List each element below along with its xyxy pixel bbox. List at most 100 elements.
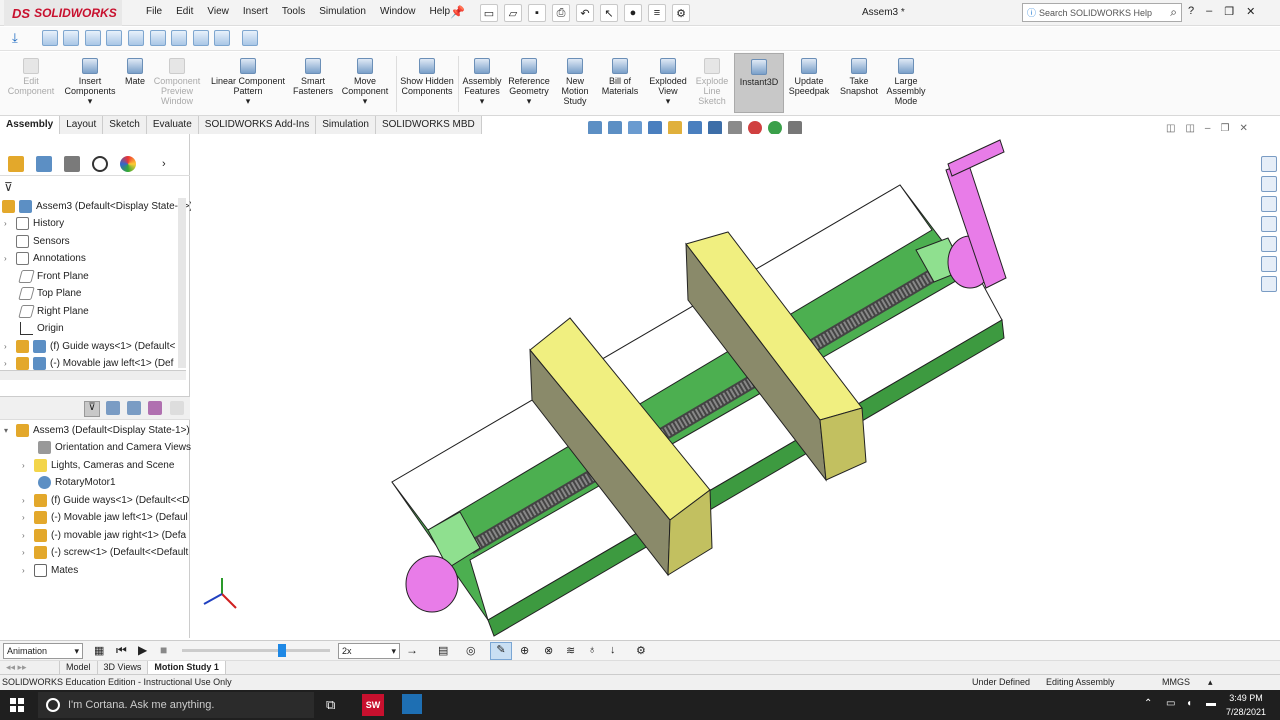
view-settings-icon[interactable] [788, 121, 802, 135]
viewport-back-icon[interactable]: ◫ [1166, 123, 1175, 134]
filter-selected-icon[interactable] [148, 401, 162, 415]
app-taskbar-icon[interactable] [402, 694, 422, 714]
save-animation-icon[interactable]: ▤ [438, 644, 448, 657]
feature-manager-tab-icon[interactable] [8, 155, 24, 172]
tree-item-top-plane[interactable]: Top Plane [18, 285, 81, 302]
print-icon[interactable]: ⎙ [552, 4, 570, 22]
dimxpert-tab-icon[interactable] [92, 155, 108, 172]
previous-view-icon[interactable] [628, 121, 642, 135]
view-bottom-icon[interactable] [150, 30, 166, 46]
viewport-forward-icon[interactable]: ◫ [1185, 123, 1194, 134]
large-assembly-button[interactable]: Large Assembly Mode [884, 58, 928, 106]
tree-item-sensors[interactable]: Sensors [16, 233, 70, 250]
instant3d-button[interactable]: Instant3D [734, 53, 784, 113]
help-icon[interactable]: ? [1188, 5, 1194, 18]
notification-icon[interactable]: ▬ [1206, 698, 1216, 709]
view-left-icon[interactable] [85, 30, 101, 46]
vise-model[interactable] [191, 134, 1256, 638]
viewport-close-icon[interactable]: ✕ [1239, 123, 1247, 134]
zoom-area-icon[interactable] [608, 121, 622, 135]
motion-item-movable-jaw-right[interactable]: › (-) movable jaw right<1> (Defa [22, 527, 186, 544]
solidworks-logo[interactable]: DS SOLIDWORKS [4, 0, 122, 26]
motion-item-orientation[interactable]: Orientation and Camera Views [38, 439, 191, 456]
filter-animated-icon[interactable] [106, 401, 120, 415]
save-icon[interactable]: ▪ [528, 4, 546, 22]
open-icon[interactable]: ▱ [504, 4, 522, 22]
task-view-icon[interactable]: ⧉ [326, 697, 335, 713]
zoom-fit-icon[interactable] [588, 121, 602, 135]
expand-icon[interactable]: › [22, 513, 30, 522]
spring-icon[interactable]: ≋ [566, 644, 575, 657]
view-dimetric-icon[interactable] [214, 30, 230, 46]
menu-simulation[interactable]: Simulation [319, 6, 366, 17]
update-speedpak-button[interactable]: Update Speedpak [786, 58, 832, 96]
menu-window[interactable]: Window [380, 6, 416, 17]
explode-line-sketch-button[interactable]: Explode Line Sketch [692, 58, 732, 106]
stop-icon[interactable]: ■ [160, 643, 167, 657]
menu-tools[interactable]: Tools [282, 6, 305, 17]
clock[interactable]: 3:49 PM 7/28/2021 [1226, 691, 1266, 719]
appearance-icon[interactable] [748, 121, 762, 135]
windows-start-icon[interactable] [10, 698, 24, 712]
exploded-view-button[interactable]: Exploded View ▾ [646, 58, 690, 106]
view-orientation-icon[interactable] [688, 121, 702, 135]
tree-item-origin[interactable]: Origin [20, 320, 64, 337]
scene-icon[interactable] [768, 121, 782, 135]
play-from-start-icon[interactable]: ⏮ [116, 643, 127, 658]
close-icon[interactable]: ✕ [1246, 5, 1255, 18]
collapse-icon[interactable]: ▾ [4, 426, 12, 435]
playback-slider[interactable] [182, 644, 330, 657]
forum-icon[interactable] [1261, 276, 1277, 292]
damper-icon[interactable]: ♁ [588, 644, 596, 656]
tab-3d-views[interactable]: 3D Views [98, 661, 149, 674]
view-top-icon[interactable] [128, 30, 144, 46]
assembly-icon[interactable]: ⤓ [12, 30, 18, 46]
tree-item-right-plane[interactable]: Right Plane [18, 303, 89, 320]
pin-icon[interactable]: 📌 [450, 5, 465, 19]
component-preview-button[interactable]: Component Preview Window [150, 58, 204, 106]
configuration-manager-tab-icon[interactable] [64, 155, 80, 172]
expand-icon[interactable]: › [4, 359, 12, 368]
play-icon[interactable]: ▶ [138, 643, 147, 657]
bill-of-materials-button[interactable]: Bill of Materials [598, 58, 642, 96]
tab-model[interactable]: Model [60, 661, 98, 674]
tab-scroll-arrows[interactable]: ◂◂ ▸▸ [0, 661, 60, 674]
tray-people-icon[interactable]: ⌃ [1144, 698, 1152, 709]
help-search-input[interactable]: ⓘ Search SOLIDWORKS Help ⌕ [1022, 3, 1182, 22]
linear-pattern-button[interactable]: Linear Component Pattern ▾ [206, 58, 290, 106]
viewport-restore-icon[interactable]: ❐ [1220, 123, 1229, 134]
filter-driving-icon[interactable] [127, 401, 141, 415]
solidworks-taskbar-icon[interactable]: SW [362, 694, 384, 716]
graphics-viewport[interactable] [191, 134, 1256, 638]
view-trimetric-icon[interactable] [193, 30, 209, 46]
menu-help[interactable]: Help [430, 6, 451, 17]
assembly-features-button[interactable]: Assembly Features ▾ [460, 58, 504, 106]
tab-sketch[interactable]: Sketch [103, 116, 147, 134]
select-icon[interactable]: ↖ [600, 4, 618, 22]
cortana-search-box[interactable]: I'm Cortana. Ask me anything. [38, 692, 314, 718]
tree-item-annotations[interactable]: › Annotations [4, 250, 86, 267]
expand-icon[interactable]: › [22, 496, 30, 505]
tab-simulation[interactable]: Simulation [316, 116, 376, 134]
smart-fasteners-button[interactable]: Smart Fasteners [291, 58, 335, 96]
expand-icon[interactable]: › [22, 548, 30, 557]
expand-icon[interactable]: › [22, 531, 30, 540]
file-properties-icon[interactable]: ≡ [648, 4, 666, 22]
tab-layout[interactable]: Layout [60, 116, 104, 134]
view-right-icon[interactable] [106, 30, 122, 46]
study-type-select[interactable]: Animation ▾ [3, 643, 83, 659]
restore-icon[interactable]: ❐ [1224, 5, 1234, 18]
design-library-icon[interactable] [1261, 176, 1277, 192]
tab-mbd[interactable]: SOLIDWORKS MBD [375, 116, 482, 134]
tree-item-front-plane[interactable]: Front Plane [18, 268, 89, 285]
slider-thumb[interactable] [278, 644, 286, 657]
add-key-icon[interactable]: ⊕ [520, 644, 529, 657]
property-manager-tab-icon[interactable] [36, 155, 52, 172]
motion-item-guide-ways[interactable]: › (f) Guide ways<1> (Default<<D [22, 492, 189, 509]
gravity-icon[interactable]: ↓ [610, 644, 616, 656]
viewport-minimize-icon[interactable]: – [1205, 123, 1211, 134]
custom-properties-icon[interactable] [1261, 256, 1277, 272]
menu-edit[interactable]: Edit [176, 6, 193, 17]
animation-wizard-icon[interactable]: ◎ [466, 644, 476, 657]
tab-evaluate[interactable]: Evaluate [146, 116, 199, 134]
